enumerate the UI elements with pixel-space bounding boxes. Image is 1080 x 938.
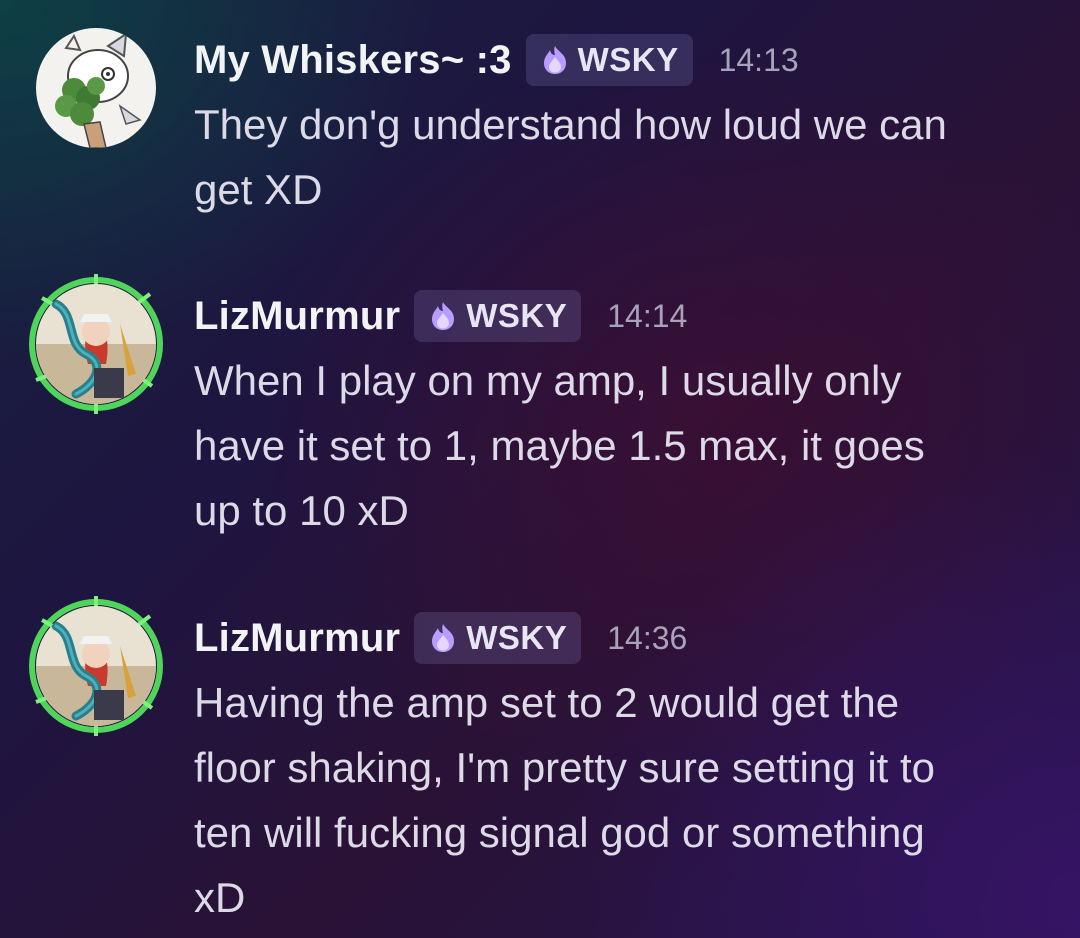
message-text: When I play on my amp, I usually only ha… [194, 348, 1054, 543]
username[interactable]: LizMurmur [194, 294, 400, 339]
flame-icon [543, 46, 566, 74]
avatar[interactable] [36, 284, 156, 404]
guild-tag[interactable]: WSKY [414, 612, 582, 664]
message-line: floor shaking, I'm pretty sure setting i… [194, 744, 936, 791]
message-body: LizMurmur WSKY 14:14 When I play on my a… [194, 286, 1054, 543]
username[interactable]: LizMurmur [194, 616, 400, 661]
message-line: up to 10 xD [194, 487, 409, 534]
message-body: LizMurmur WSKY 14:36 Having the amp set … [194, 608, 1054, 930]
flame-icon [432, 624, 455, 652]
message-line: ten will fucking signal god or something [194, 809, 925, 856]
message-line: get XD [194, 166, 323, 213]
avatar[interactable] [36, 606, 156, 726]
avatar-image [36, 284, 156, 404]
message-line: have it set to 1, maybe 1.5 max, it goes [194, 422, 925, 469]
message-line: They don'g understand how loud we can [194, 101, 947, 148]
message-body: My Whiskers~ :3 WSKY 14:13 They don'g un… [194, 30, 1054, 222]
message-header: My Whiskers~ :3 WSKY 14:13 [194, 30, 1054, 90]
message-line: Having the amp set to 2 would get the [194, 679, 900, 726]
guild-tag[interactable]: WSKY [414, 290, 582, 342]
avatar[interactable] [36, 28, 156, 148]
guild-tag[interactable]: WSKY [525, 34, 693, 86]
message-text: They don'g understand how loud we can ge… [194, 92, 1054, 222]
message-line: When I play on my amp, I usually only [194, 357, 902, 404]
flame-icon [432, 302, 455, 330]
timestamp: 14:14 [607, 297, 688, 334]
message-header: LizMurmur WSKY 14:36 [194, 608, 1054, 668]
chat-log: My Whiskers~ :3 WSKY 14:13 They don'g un… [0, 0, 1080, 938]
message-line: xD [194, 874, 246, 921]
timestamp: 14:36 [607, 619, 688, 656]
username[interactable]: My Whiskers~ :3 [194, 38, 512, 83]
avatar-image [36, 606, 156, 726]
timestamp: 14:13 [718, 41, 799, 78]
guild-tag-text: WSKY [466, 297, 568, 334]
avatar-image [36, 28, 156, 148]
guild-tag-text: WSKY [466, 619, 568, 656]
message-text: Having the amp set to 2 would get the fl… [194, 670, 1054, 930]
message-header: LizMurmur WSKY 14:14 [194, 286, 1054, 346]
guild-tag-text: WSKY [577, 41, 679, 78]
